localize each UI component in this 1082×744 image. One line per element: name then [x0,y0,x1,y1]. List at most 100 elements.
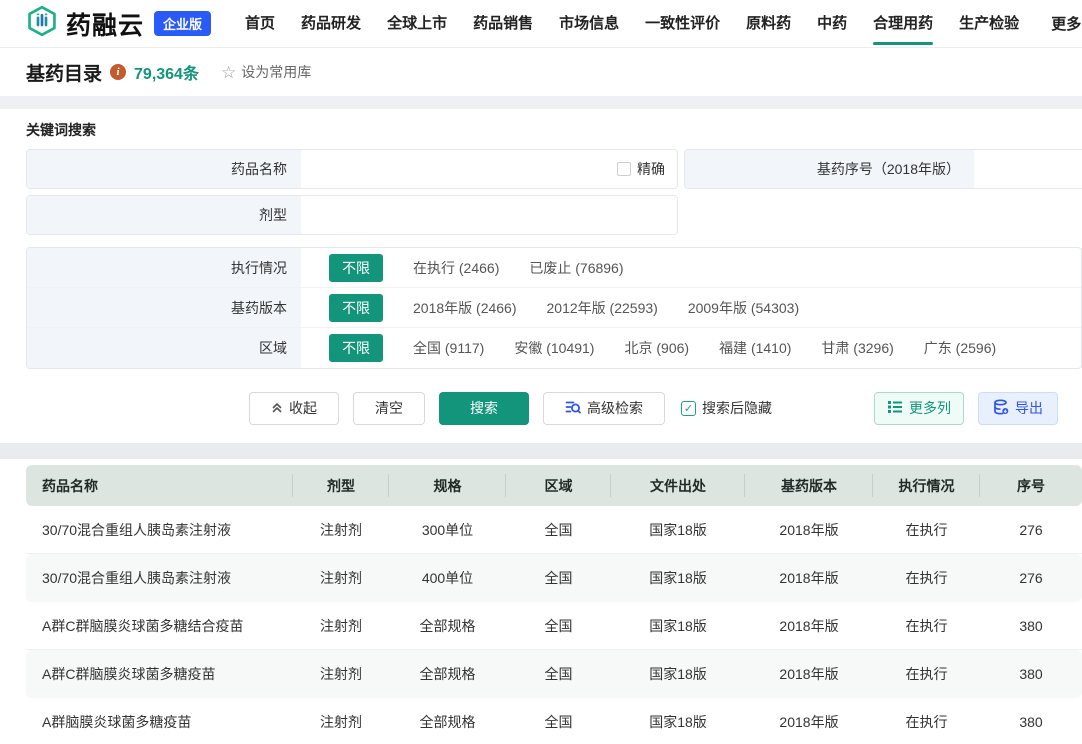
nav-item-5[interactable]: 市场信息 [559,0,619,48]
info-icon[interactable]: i [110,64,126,80]
more-columns-label: 更多列 [909,398,951,418]
table-header-row: 药品名称剂型规格区域文件出处基药版本执行情况序号 [26,465,1082,506]
filter-panel: 执行情况不限在执行 (2466)已废止 (76896)基药版本不限2018年版 … [26,247,1082,369]
logo-icon [26,5,58,42]
table-cell: 276 [980,554,1082,602]
table-row[interactable]: 30/70混合重组人胰岛素注射液注射剂400单位全国国家18版2018年版在执行… [26,554,1082,602]
table-body: 30/70混合重组人胰岛素注射液注射剂300单位全国国家18版2018年版在执行… [26,506,1082,744]
page-title: 基药目录 [26,59,102,86]
table-cell: 在执行 [873,698,980,744]
nav-item-2[interactable]: 药品研发 [301,0,361,48]
nav-item-4[interactable]: 药品销售 [473,0,533,48]
filter-option[interactable]: 福建 (1410) [719,338,791,358]
nav-more-label: 更多 [1051,13,1081,34]
drug-name-field-group: 药品名称 精确 [26,149,678,189]
table-cell: 全国 [506,602,611,650]
table-cell: 300单位 [389,506,506,554]
base-no-field-group: 基药序号（2018年版） [684,149,1082,189]
table-cell: 国家18版 [611,506,745,554]
table-cell: 注射剂 [293,554,389,602]
hide-after-search-box: ✓ [681,401,696,416]
filter-row-3: 区域不限 全国 (9117) 安徽 (10491) 北京 (906) 福建 (1410)… [27,328,1081,368]
dosage-label: 剂型 [27,196,301,234]
filter-options: 不限 全国 (9117) 安徽 (10491) 北京 (906) 福建 (1410) 甘肃… [301,328,996,368]
more-columns-button[interactable]: 更多列 [874,392,964,425]
nav-item-10[interactable]: 生产检验 [959,0,1019,48]
dosage-field-group: 剂型 [26,195,678,235]
table-cell: 全国 [506,506,611,554]
filter-option[interactable]: 2012年版 (22593) [547,298,658,318]
table-cell: A群C群脑膜炎球菌多糖结合疫苗 [26,602,293,650]
column-header: 文件出处 [611,465,745,506]
filter-option[interactable]: 2009年版 (54303) [688,298,799,318]
clear-label: 清空 [375,398,403,418]
table-cell: 30/70混合重组人胰岛素注射液 [26,506,293,554]
keyword-search-title: 关键词搜索 [26,120,1082,140]
column-header: 基药版本 [745,465,873,506]
filter-all-chip[interactable]: 不限 [329,294,383,322]
table-cell: 2018年版 [745,698,873,744]
table-cell: 全部规格 [389,602,506,650]
filter-option[interactable]: 安徽 (10491) [514,338,594,358]
exact-checkbox[interactable]: 精确 [617,159,665,179]
table-cell: A群C群脑膜炎球菌多糖疫苗 [26,650,293,698]
table-cell: 在执行 [873,506,980,554]
table-row[interactable]: A群脑膜炎球菌多糖疫苗注射剂全部规格全国国家18版2018年版在执行380 [26,698,1082,744]
table-cell: 在执行 [873,554,980,602]
drug-name-input[interactable] [301,150,617,188]
filter-option[interactable]: 在执行 (2466) [413,258,499,278]
table-cell: 全部规格 [389,698,506,744]
search-label: 搜索 [470,398,498,418]
filter-option[interactable]: 2018年版 (2466) [413,298,517,318]
export-button[interactable]: 导出 [978,392,1058,425]
advanced-search-button[interactable]: 高级检索 [543,392,665,425]
table-row[interactable]: 30/70混合重组人胰岛素注射液注射剂300单位全国国家18版2018年版在执行… [26,506,1082,554]
nav-item-3[interactable]: 全球上市 [387,0,447,48]
filter-option[interactable]: 已废止 (76896) [529,258,623,278]
top-navbar: 药融云 企业版 首页药品研发全球上市药品销售市场信息一致性评价原料药中药合理用药… [0,0,1082,48]
page-header: 基药目录 i 79,364条 ☆ 设为常用库 [0,48,1082,96]
table-cell: 全国 [506,698,611,744]
table-cell: 国家18版 [611,554,745,602]
column-header: 规格 [389,465,506,506]
dosage-input[interactable] [301,196,677,234]
brand[interactable]: 药融云 企业版 [26,5,211,42]
header-divider [0,96,1082,109]
search-button[interactable]: 搜索 [439,392,529,425]
table-cell: 30/70混合重组人胰岛素注射液 [26,554,293,602]
nav-item-8[interactable]: 中药 [817,0,847,48]
filter-all-chip[interactable]: 不限 [329,334,383,362]
base-no-input[interactable] [974,150,1082,188]
hide-after-search-checkbox[interactable]: ✓ 搜索后隐藏 [681,398,772,418]
nav-item-1[interactable]: 首页 [245,0,275,48]
filter-option[interactable]: 全国 (9117) [413,338,484,358]
table-cell: 注射剂 [293,506,389,554]
filter-all-chip[interactable]: 不限 [329,254,383,282]
filter-option[interactable]: 甘肃 (3296) [821,338,893,358]
table-cell: A群脑膜炎球菌多糖疫苗 [26,698,293,744]
hide-after-search-label: 搜索后隐藏 [702,398,772,418]
table-cell: 在执行 [873,602,980,650]
table-cell: 全部规格 [389,650,506,698]
nav-item-7[interactable]: 原料药 [746,0,791,48]
table-row[interactable]: A群C群脑膜炎球菌多糖疫苗注射剂全部规格全国国家18版2018年版在执行380 [26,650,1082,698]
filter-row-2: 基药版本不限2018年版 (2466)2012年版 (22593)2009年版 … [27,288,1081,328]
table-cell: 在执行 [873,650,980,698]
set-favorite-button[interactable]: ☆ 设为常用库 [221,62,311,82]
collapse-button[interactable]: 收起 [249,392,339,425]
table-row[interactable]: A群C群脑膜炎球菌多糖结合疫苗注射剂全部规格全国国家18版2018年版在执行38… [26,602,1082,650]
nav-more[interactable]: 更多 [1045,13,1081,34]
nav-item-6[interactable]: 一致性评价 [645,0,720,48]
column-header: 药品名称 [26,465,293,506]
filter-label: 区域 [27,328,301,368]
table-cell: 注射剂 [293,602,389,650]
table-cell: 380 [980,602,1082,650]
nav-item-9[interactable]: 合理用药 [873,0,933,48]
table-cell: 注射剂 [293,650,389,698]
filter-option[interactable]: 北京 (906) [624,338,689,358]
clear-button[interactable]: 清空 [353,392,425,425]
action-bar: 收起 清空 搜索 高级检索 ✓ 搜索后隐藏 [26,391,1082,425]
filter-option[interactable]: 广东 (2596) [924,338,996,358]
nav-menu: 首页药品研发全球上市药品销售市场信息一致性评价原料药中药合理用药生产检验 [245,0,1019,48]
table-cell: 国家18版 [611,602,745,650]
